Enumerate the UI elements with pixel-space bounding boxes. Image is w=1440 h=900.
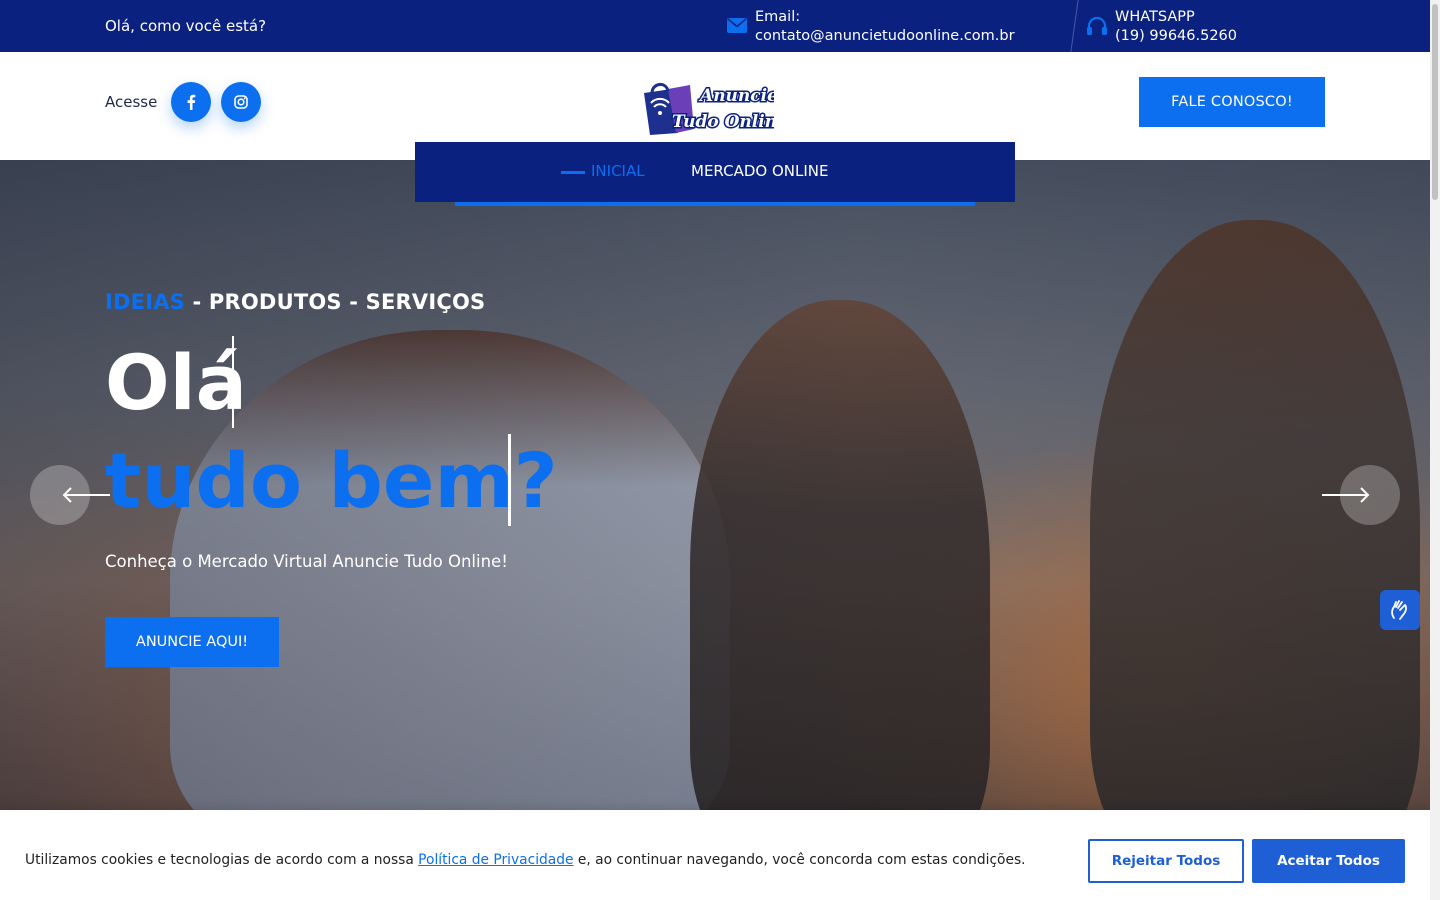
headline-line1: Olá: [105, 338, 247, 427]
arrow-left-icon: [62, 487, 110, 503]
cookie-text: Utilizamos cookies e tecnologias de acor…: [25, 852, 1026, 868]
page: Olá, como você está? Email: contato@anun…: [0, 0, 1440, 900]
tagline-accent: IDEIAS: [105, 290, 185, 314]
greeting-text: Olá, como você está?: [105, 17, 267, 35]
arrow-right-icon: [1322, 487, 1370, 503]
envelope-icon: [727, 18, 747, 33]
hero-slider: IDEIAS - PRODUTOS - SERVIÇOS Olá tudo be…: [0, 160, 1430, 810]
active-indicator: [561, 171, 585, 174]
email-label: Email:: [755, 9, 801, 25]
scrollbar[interactable]: [1430, 0, 1440, 900]
accessibility-widget-button[interactable]: [1380, 590, 1420, 630]
cookie-text-before: Utilizamos cookies e tecnologias de acor…: [25, 852, 419, 868]
tagline-rest: - PRODUTOS - SERVIÇOS: [184, 290, 486, 314]
instagram-icon: [234, 95, 248, 109]
site-logo[interactable]: Anuncie Tudo Online!: [638, 79, 774, 135]
hero-tagline: IDEIAS - PRODUTOS - SERVIÇOS: [105, 290, 485, 314]
facebook-button[interactable]: [171, 82, 211, 122]
facebook-icon: [187, 94, 196, 110]
headset-icon: [1087, 16, 1107, 35]
accept-all-button[interactable]: Aceitar Todos: [1252, 839, 1405, 883]
main-nav: INICIAL MERCADO ONLINE: [415, 142, 1015, 202]
whatsapp-number[interactable]: (19) 99646.5260: [1115, 27, 1237, 46]
instagram-button[interactable]: [221, 82, 261, 122]
cookie-banner: Utilizamos cookies e tecnologias de acor…: [0, 810, 1430, 900]
headline-line2: tudo bem?: [105, 436, 558, 525]
slider-next-button[interactable]: [1322, 465, 1400, 525]
nav-item-mercado-online[interactable]: MERCADO ONLINE: [691, 162, 828, 180]
whatsapp-contact[interactable]: WHATSAPP (19) 99646.5260: [1115, 8, 1237, 46]
cookie-text-after: e, ao continuar navegando, você concorda…: [573, 852, 1026, 868]
logo-text-line2: Tudo Online!: [672, 112, 774, 132]
privacy-policy-link[interactable]: Política de Privacidade: [418, 852, 573, 868]
nav-underline: [455, 202, 975, 206]
top-bar: Olá, como você está? Email: contato@anun…: [0, 0, 1430, 52]
sign-language-icon: [1391, 600, 1407, 620]
slider-prev-button[interactable]: [30, 465, 110, 525]
typing-cursor: [232, 336, 234, 428]
reject-all-button[interactable]: Rejeitar Todos: [1088, 839, 1244, 883]
email-contact[interactable]: Email: contato@anuncietudoonline.com.br: [755, 8, 1015, 46]
scrollbar-thumb[interactable]: [1432, 4, 1438, 200]
whatsapp-label: WHATSAPP: [1115, 9, 1195, 25]
anuncie-aqui-button[interactable]: ANUNCIE AQUI!: [105, 617, 279, 667]
hero-subtitle: Conheça o Mercado Virtual Anuncie Tudo O…: [105, 552, 508, 571]
nav-item-inicial[interactable]: INICIAL: [591, 162, 645, 180]
topbar-divider: [1070, 0, 1079, 52]
logo-text-line1: Anuncie: [698, 86, 774, 106]
fale-conosco-button[interactable]: FALE CONOSCO!: [1139, 77, 1325, 127]
email-value[interactable]: contato@anuncietudoonline.com.br: [755, 27, 1015, 46]
acesse-label: Acesse: [105, 93, 158, 111]
typing-cursor: [508, 434, 511, 526]
